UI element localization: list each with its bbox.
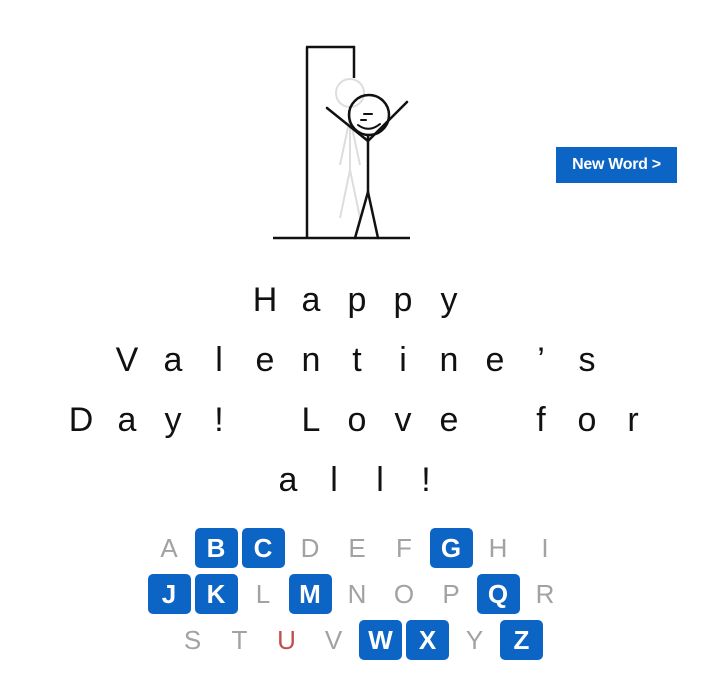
letter-key-w[interactable]: W	[359, 620, 402, 660]
phrase-letter: f	[536, 400, 546, 439]
phrase-line: a l l!	[0, 450, 714, 510]
letter-key-a: A	[148, 528, 191, 568]
phrase-letter: y	[440, 280, 458, 319]
stick-figure	[325, 93, 409, 240]
phrase-letter: a	[117, 400, 137, 439]
letter-key-k[interactable]: K	[194, 574, 238, 614]
letter-key-l: L	[242, 574, 285, 614]
phrase-letter: t	[352, 340, 362, 379]
phrase-letter: l	[215, 340, 223, 379]
phrase-letter: a	[278, 460, 298, 499]
letter-key-t: T	[218, 620, 261, 660]
letter-key-o: O	[383, 574, 426, 614]
letter-key-c[interactable]: C	[241, 528, 285, 568]
letter-key-u: U	[265, 620, 308, 660]
phrase-letter: n	[439, 340, 459, 379]
phrase-letter: y	[164, 400, 182, 439]
phrase-letter: e	[255, 340, 275, 379]
phrase-line: Happy	[0, 270, 714, 330]
letter-key-v: V	[312, 620, 355, 660]
phrase-letter: v	[394, 400, 412, 439]
phrase-letter: e	[439, 400, 459, 439]
letter-key-z[interactable]: Z	[500, 620, 543, 660]
phrase-letter: l	[330, 460, 338, 499]
phrase-letter: ’	[537, 340, 545, 379]
new-word-button[interactable]: New Word >	[556, 147, 677, 183]
letter-keyboard: ABCDEFGHIJKLMNOPQRSTUVWXYZ	[0, 528, 714, 666]
letter-key-j[interactable]: J	[147, 574, 191, 614]
phrase-letter: i	[399, 340, 407, 379]
phrase-letter: V	[115, 340, 139, 379]
letter-key-q[interactable]: Q	[476, 574, 520, 614]
phrase-letter: H	[252, 280, 278, 319]
phrase-line: Da y! Love for	[0, 390, 714, 450]
phrase-letter: s	[578, 340, 596, 379]
phrase-letter: o	[347, 400, 367, 439]
keyboard-row: STUVWXYZ	[0, 620, 714, 666]
phrase-letter: r	[627, 400, 639, 439]
phrase-letter: !	[214, 400, 224, 439]
phrase-letter: o	[577, 400, 597, 439]
phrase-letter: p	[347, 280, 367, 319]
letter-key-i: I	[524, 528, 567, 568]
letter-key-m[interactable]: M	[288, 574, 332, 614]
letter-key-e: E	[336, 528, 379, 568]
phrase-letter: p	[393, 280, 413, 319]
phrase-letter: l	[376, 460, 384, 499]
phrase-letter: e	[485, 340, 505, 379]
letter-key-r: R	[524, 574, 567, 614]
phrase-letter: n	[301, 340, 321, 379]
phrase-display: Ha p p y Va l e n t i n e’ s Da y! Love f o r a l l!	[0, 270, 714, 510]
phrase-line: Va l e n t i n e’ s	[0, 330, 714, 390]
letter-key-p: P	[430, 574, 473, 614]
phrase-letter: D	[68, 400, 94, 439]
phrase-letter: !	[421, 460, 431, 499]
letter-key-f: F	[383, 528, 426, 568]
letter-key-g[interactable]: G	[429, 528, 473, 568]
phrase-letter: a	[163, 340, 183, 379]
letter-key-y: Y	[453, 620, 496, 660]
letter-key-s: S	[171, 620, 214, 660]
keyboard-row: ABCDEFGHI	[0, 528, 714, 574]
keyboard-row: JKLMNOPQR	[0, 574, 714, 620]
letter-key-n: N	[336, 574, 379, 614]
faded-figure	[335, 78, 365, 219]
letter-key-d: D	[289, 528, 332, 568]
phrase-letter: L	[301, 400, 321, 439]
hangman-drawing	[273, 45, 410, 240]
letter-key-h: H	[477, 528, 520, 568]
phrase-letter: a	[301, 280, 321, 319]
letter-key-b[interactable]: B	[194, 528, 238, 568]
letter-key-x[interactable]: X	[406, 620, 449, 660]
